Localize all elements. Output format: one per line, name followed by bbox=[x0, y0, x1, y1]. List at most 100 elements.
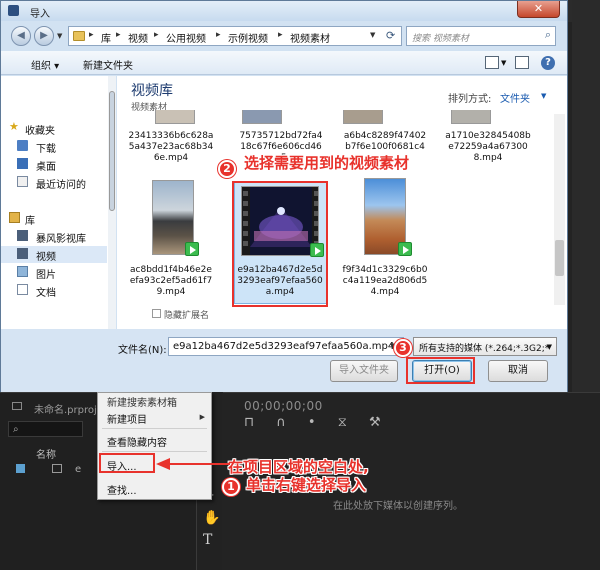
file-name[interactable]: 23413336b6c628a5a437e23ac68b346e.mp4 bbox=[128, 131, 214, 164]
nav-downloads[interactable]: 下载 bbox=[1, 138, 107, 155]
video-file-icon bbox=[185, 242, 199, 256]
address-bar[interactable]: ▸ 库 ▸ 视频 ▸ 公用视频 ▸ 示例视频 ▸ 视频素材 ▼ ⟳ bbox=[68, 26, 402, 46]
import-highlight-box bbox=[99, 453, 155, 473]
premiere-app-icon bbox=[8, 5, 19, 16]
breadcrumb-separator: ▸ bbox=[116, 30, 121, 40]
nav-storm-label: 暴风影视库 bbox=[36, 234, 86, 245]
view-dropdown-icon[interactable]: ▼ bbox=[501, 59, 506, 67]
breadcrumb-sample-video[interactable]: 示例视频 bbox=[228, 30, 268, 45]
nav-videos[interactable]: 视频 bbox=[1, 246, 107, 263]
refresh-icon[interactable]: ⟳ bbox=[386, 29, 395, 42]
nav-videos-label: 视频 bbox=[36, 252, 56, 263]
breadcrumb-public-video[interactable]: 公用视频 bbox=[166, 30, 206, 45]
step-2-marker: 2 bbox=[218, 160, 236, 178]
nav-recent[interactable]: 最近访问的 bbox=[1, 174, 107, 191]
chevron-down-icon[interactable]: ▼ bbox=[541, 92, 546, 100]
file-list-scrollbar[interactable] bbox=[554, 114, 565, 305]
recent-locations-dropdown[interactable]: ▼ bbox=[57, 32, 62, 40]
forward-button[interactable]: ▶ bbox=[34, 26, 54, 46]
dialog-title: 导入 bbox=[30, 9, 50, 20]
nav-desktop-label: 桌面 bbox=[36, 162, 56, 173]
hand-tool-icon[interactable]: ✋ bbox=[203, 510, 220, 526]
timeline-drop-hint: 在此处放下媒体以创建序列。 bbox=[333, 501, 463, 512]
navigation-scrollbar[interactable] bbox=[108, 76, 116, 329]
breadcrumb-separator: ▸ bbox=[278, 30, 283, 40]
file-list-pane: 视频库 视频素材 排列方式: 文件夹 ▼ 23413336b6c628a5a43… bbox=[117, 76, 567, 329]
menu-item-view-hidden[interactable]: 查看隐藏内容 bbox=[107, 434, 167, 449]
new-folder-button[interactable]: 新建文件夹 bbox=[83, 57, 133, 72]
file-name[interactable]: f9f34d1c3329c6b0c4a119ea2d806d54.mp4 bbox=[342, 265, 428, 298]
menu-item-new-item[interactable]: 新建项目 bbox=[107, 411, 147, 426]
project-context-menu: 新建搜索素材箱 新建项目 ▶ 查看隐藏内容 导入... 查找... bbox=[97, 392, 212, 500]
project-search-input[interactable] bbox=[8, 421, 83, 437]
cancel-button[interactable]: 取消 bbox=[488, 360, 548, 382]
type-tool-icon[interactable]: T bbox=[203, 532, 212, 548]
hide-extensions-option[interactable]: 隐藏扩展名 bbox=[152, 308, 209, 321]
timeline-timecode[interactable]: 00;00;00;00 bbox=[244, 399, 323, 413]
search-icon: ⌕ bbox=[13, 424, 19, 435]
video-thumbnail[interactable] bbox=[451, 110, 491, 124]
nav-pictures[interactable]: 图片 bbox=[1, 264, 107, 281]
address-dropdown-icon[interactable]: ▼ bbox=[370, 31, 375, 39]
timeline-tool-icons[interactable]: ⊓ ∩ • ⧖ ⚒ bbox=[244, 415, 390, 430]
file-name[interactable]: ac8bdd1f4b46e2eefa93c2ef5ad61f79.mp4 bbox=[128, 265, 214, 298]
nav-recent-label: 最近访问的 bbox=[36, 180, 86, 191]
file-name[interactable]: a6b4c8289f47402b7f6e100f0681c4 bbox=[342, 131, 428, 153]
project-name: 未命名.prproj bbox=[34, 405, 97, 416]
sequence-icon bbox=[52, 464, 62, 473]
step-3-marker: 3 bbox=[394, 339, 412, 357]
nav-libraries-label: 库 bbox=[25, 216, 35, 227]
folder-search-input[interactable]: 搜索 视频素材 ⌕ bbox=[406, 26, 556, 46]
preview-pane-icon[interactable] bbox=[515, 56, 529, 69]
nav-storm-video-library[interactable]: 暴风影视库 bbox=[1, 228, 107, 245]
selected-file-highlight-box bbox=[232, 181, 328, 307]
project-item-row[interactable] bbox=[14, 463, 76, 475]
file-name[interactable]: a1710e32845408be72259a4a673008.mp4 bbox=[445, 131, 531, 164]
back-button[interactable]: ◀ bbox=[11, 26, 31, 46]
scroll-thumb[interactable] bbox=[555, 240, 564, 276]
video-library-icon bbox=[17, 230, 28, 241]
breadcrumb-video[interactable]: 视频 bbox=[128, 30, 148, 45]
submenu-arrow-icon: ▶ bbox=[199, 413, 205, 421]
breadcrumb-video-assets[interactable]: 视频素材 bbox=[290, 30, 330, 45]
breadcrumb-separator: ▸ bbox=[89, 30, 94, 40]
address-row: ◀ ▶ ▼ ▸ 库 ▸ 视频 ▸ 公用视频 ▸ 示例视频 ▸ 视频素材 ▼ ⟳ … bbox=[1, 21, 567, 49]
file-type-select[interactable]: 所有支持的媒体 (*.264;*.3G2;* ▼ bbox=[413, 337, 557, 356]
annotation-arrow bbox=[156, 458, 230, 470]
view-options-icon[interactable] bbox=[485, 56, 499, 69]
arrange-by-label: 排列方式: bbox=[448, 94, 492, 105]
nav-favorites-label: 收藏夹 bbox=[25, 126, 55, 137]
menu-separator bbox=[102, 428, 207, 429]
nav-documents-label: 文档 bbox=[36, 288, 56, 299]
column-header-name[interactable]: 名称 bbox=[36, 446, 56, 461]
menu-item-find[interactable]: 查找... bbox=[107, 482, 137, 497]
filename-input[interactable]: e9a12ba467d2e5d3293eaf97efaa560a.mp4 bbox=[168, 337, 404, 356]
chevron-down-icon: ▼ bbox=[546, 343, 552, 351]
breadcrumb-library[interactable]: 库 bbox=[101, 30, 111, 45]
video-thumbnail[interactable] bbox=[155, 110, 195, 124]
library-title: 视频库 bbox=[131, 83, 173, 99]
project-item-label: e bbox=[75, 464, 82, 475]
star-icon: ★ bbox=[9, 120, 19, 133]
hide-extensions-checkbox[interactable] bbox=[152, 309, 161, 318]
nav-libraries[interactable]: 库 bbox=[1, 210, 107, 227]
file-type-value: 所有支持的媒体 (*.264;*.3G2;* bbox=[419, 344, 550, 354]
documents-library-icon bbox=[17, 284, 28, 295]
project-file-icon bbox=[12, 402, 22, 410]
import-folder-button[interactable]: 导入文件夹 bbox=[330, 360, 398, 382]
video-file-icon bbox=[398, 242, 412, 256]
nav-desktop[interactable]: 桌面 bbox=[1, 156, 107, 173]
video-thumbnail[interactable] bbox=[343, 110, 383, 124]
close-button[interactable]: ✕ bbox=[517, 1, 560, 18]
arrange-by-dropdown[interactable]: 文件夹 bbox=[500, 90, 530, 105]
search-placeholder: 搜索 视频素材 bbox=[412, 34, 469, 44]
scroll-thumb[interactable] bbox=[109, 91, 115, 211]
nav-favorites[interactable]: ★ 收藏夹 bbox=[1, 120, 107, 137]
video-thumbnail[interactable] bbox=[242, 110, 282, 124]
nav-documents[interactable]: 文档 bbox=[1, 282, 107, 299]
organize-menu[interactable]: 组织 ▾ bbox=[31, 57, 59, 72]
dialog-titlebar[interactable]: 导入 ✕ bbox=[1, 1, 567, 21]
step-2-callout: 选择需要用到的视频素材 bbox=[244, 154, 410, 172]
help-icon[interactable]: ? bbox=[541, 56, 555, 70]
menu-item-new-search-bin[interactable]: 新建搜索素材箱 bbox=[107, 394, 177, 409]
